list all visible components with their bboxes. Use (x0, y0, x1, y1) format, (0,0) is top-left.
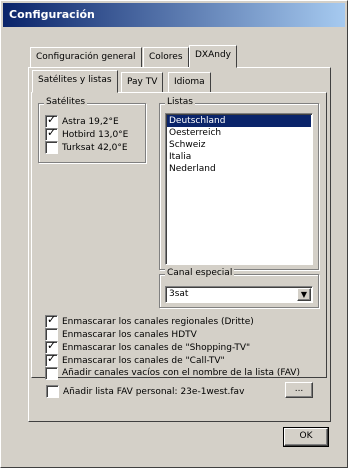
lists-listbox[interactable]: Deutschland Oesterreich Schweiz Italia N… (165, 113, 313, 265)
subtab-pay-tv[interactable]: Pay TV (121, 72, 164, 93)
checkmark-icon: ✓ (47, 339, 57, 352)
dxandy-panel: Satélites y listas Pay TV Idioma Satélit… (28, 67, 331, 422)
option-mask-regional[interactable]: ✓ Enmascarar los canales regionales (Dri… (45, 313, 254, 328)
checkmark-icon: ✓ (47, 126, 57, 139)
ok-label: OK (299, 431, 313, 441)
satellites-lists-panel: Satélites ✓ Astra 19,2°E ✓ Hotbird 13,0°… (31, 92, 327, 380)
browse-fav-button[interactable]: ... (285, 382, 313, 398)
satellite-label: Astra 19,2°E (62, 116, 119, 127)
checkmark-icon: ✓ (47, 113, 57, 126)
checkmark-icon: ✓ (47, 352, 57, 365)
window-title: Configuración (9, 8, 95, 21)
satellite-hotbird-checkbox[interactable]: ✓ Hotbird 13,0°E (45, 126, 129, 141)
checkbox-box: ✓ (45, 313, 58, 328)
option-mask-hdtv[interactable]: Enmascarar los canales HDTV (45, 328, 197, 341)
satellite-label: Hotbird 13,0°E (62, 129, 129, 140)
browse-label: ... (294, 384, 304, 394)
subtab-label: Idioma (174, 77, 205, 87)
subtab-label: Pay TV (127, 77, 158, 87)
option-label: Enmascarar los canales HDTV (62, 329, 197, 340)
lists-legend: Listas (165, 97, 195, 107)
option-mask-shopping[interactable]: ✓ Enmascarar los canales de "Shopping-TV… (45, 339, 251, 354)
checkbox-box (45, 141, 58, 154)
option-mask-calltv[interactable]: ✓ Enmascarar los canales de "Call-TV" (45, 352, 225, 367)
option-label: Enmascarar los canales de "Shopping-TV" (62, 342, 251, 353)
satellite-label: Turksat 42,0°E (62, 142, 128, 153)
option-label: Añadir lista FAV personal: 23e-1west.fav (63, 386, 245, 397)
dropdown-button[interactable]: ▼ (297, 288, 311, 301)
special-channel-select[interactable]: 3sat ▼ (165, 286, 313, 303)
special-channel-legend: Canal especial (165, 268, 235, 278)
tab-label: DXAndy (195, 50, 231, 60)
tab-dxandy[interactable]: DXAndy (189, 45, 237, 68)
list-item[interactable]: Nederland (167, 163, 311, 175)
tab-label: Configuración general (36, 52, 136, 62)
special-channel-value: 3sat (169, 289, 189, 299)
chevron-down-icon: ▼ (300, 290, 308, 299)
checkbox-box (46, 385, 59, 398)
checkbox-box (45, 366, 58, 380)
subtab-idioma[interactable]: Idioma (168, 72, 211, 93)
satellites-legend: Satélites (44, 97, 88, 107)
satellites-group: Satélites ✓ Astra 19,2°E ✓ Hotbird 13,0°… (38, 97, 146, 163)
option-label: Añadir canales vacíos con el nombre de l… (62, 368, 300, 378)
subtab-label: Satélites y listas (38, 75, 112, 85)
tab-configuracion-general[interactable]: Configuración general (30, 47, 142, 68)
tab-label: Colores (149, 52, 183, 62)
satellite-turksat-checkbox[interactable]: Turksat 42,0°E (45, 141, 128, 154)
list-item[interactable]: Schweiz (167, 139, 311, 151)
subtab-satelites-listas[interactable]: Satélites y listas (32, 70, 118, 93)
checkmark-icon: ✓ (47, 313, 57, 326)
title-bar[interactable]: Configuración (3, 3, 345, 27)
list-item[interactable]: Oesterreich (167, 127, 311, 139)
option-add-empty-channels[interactable]: Añadir canales vacíos con el nombre de l… (45, 366, 300, 380)
checkbox-box: ✓ (45, 352, 58, 367)
special-channel-group: Canal especial 3sat ▼ (159, 268, 319, 308)
tab-colores[interactable]: Colores (143, 47, 189, 68)
checkbox-box: ✓ (45, 126, 58, 141)
list-item[interactable]: Deutschland (167, 115, 311, 127)
option-add-fav-list[interactable]: Añadir lista FAV personal: 23e-1west.fav (46, 385, 244, 398)
lists-group: Listas Deutschland Oesterreich Schweiz I… (159, 97, 319, 270)
option-label: Enmascarar los canales regionales (Dritt… (62, 316, 254, 327)
config-window: Configuración Configuración general Colo… (0, 0, 348, 468)
ok-button[interactable]: OK (283, 427, 329, 447)
option-label: Enmascarar los canales de "Call-TV" (62, 355, 225, 366)
list-item[interactable]: Italia (167, 151, 311, 163)
